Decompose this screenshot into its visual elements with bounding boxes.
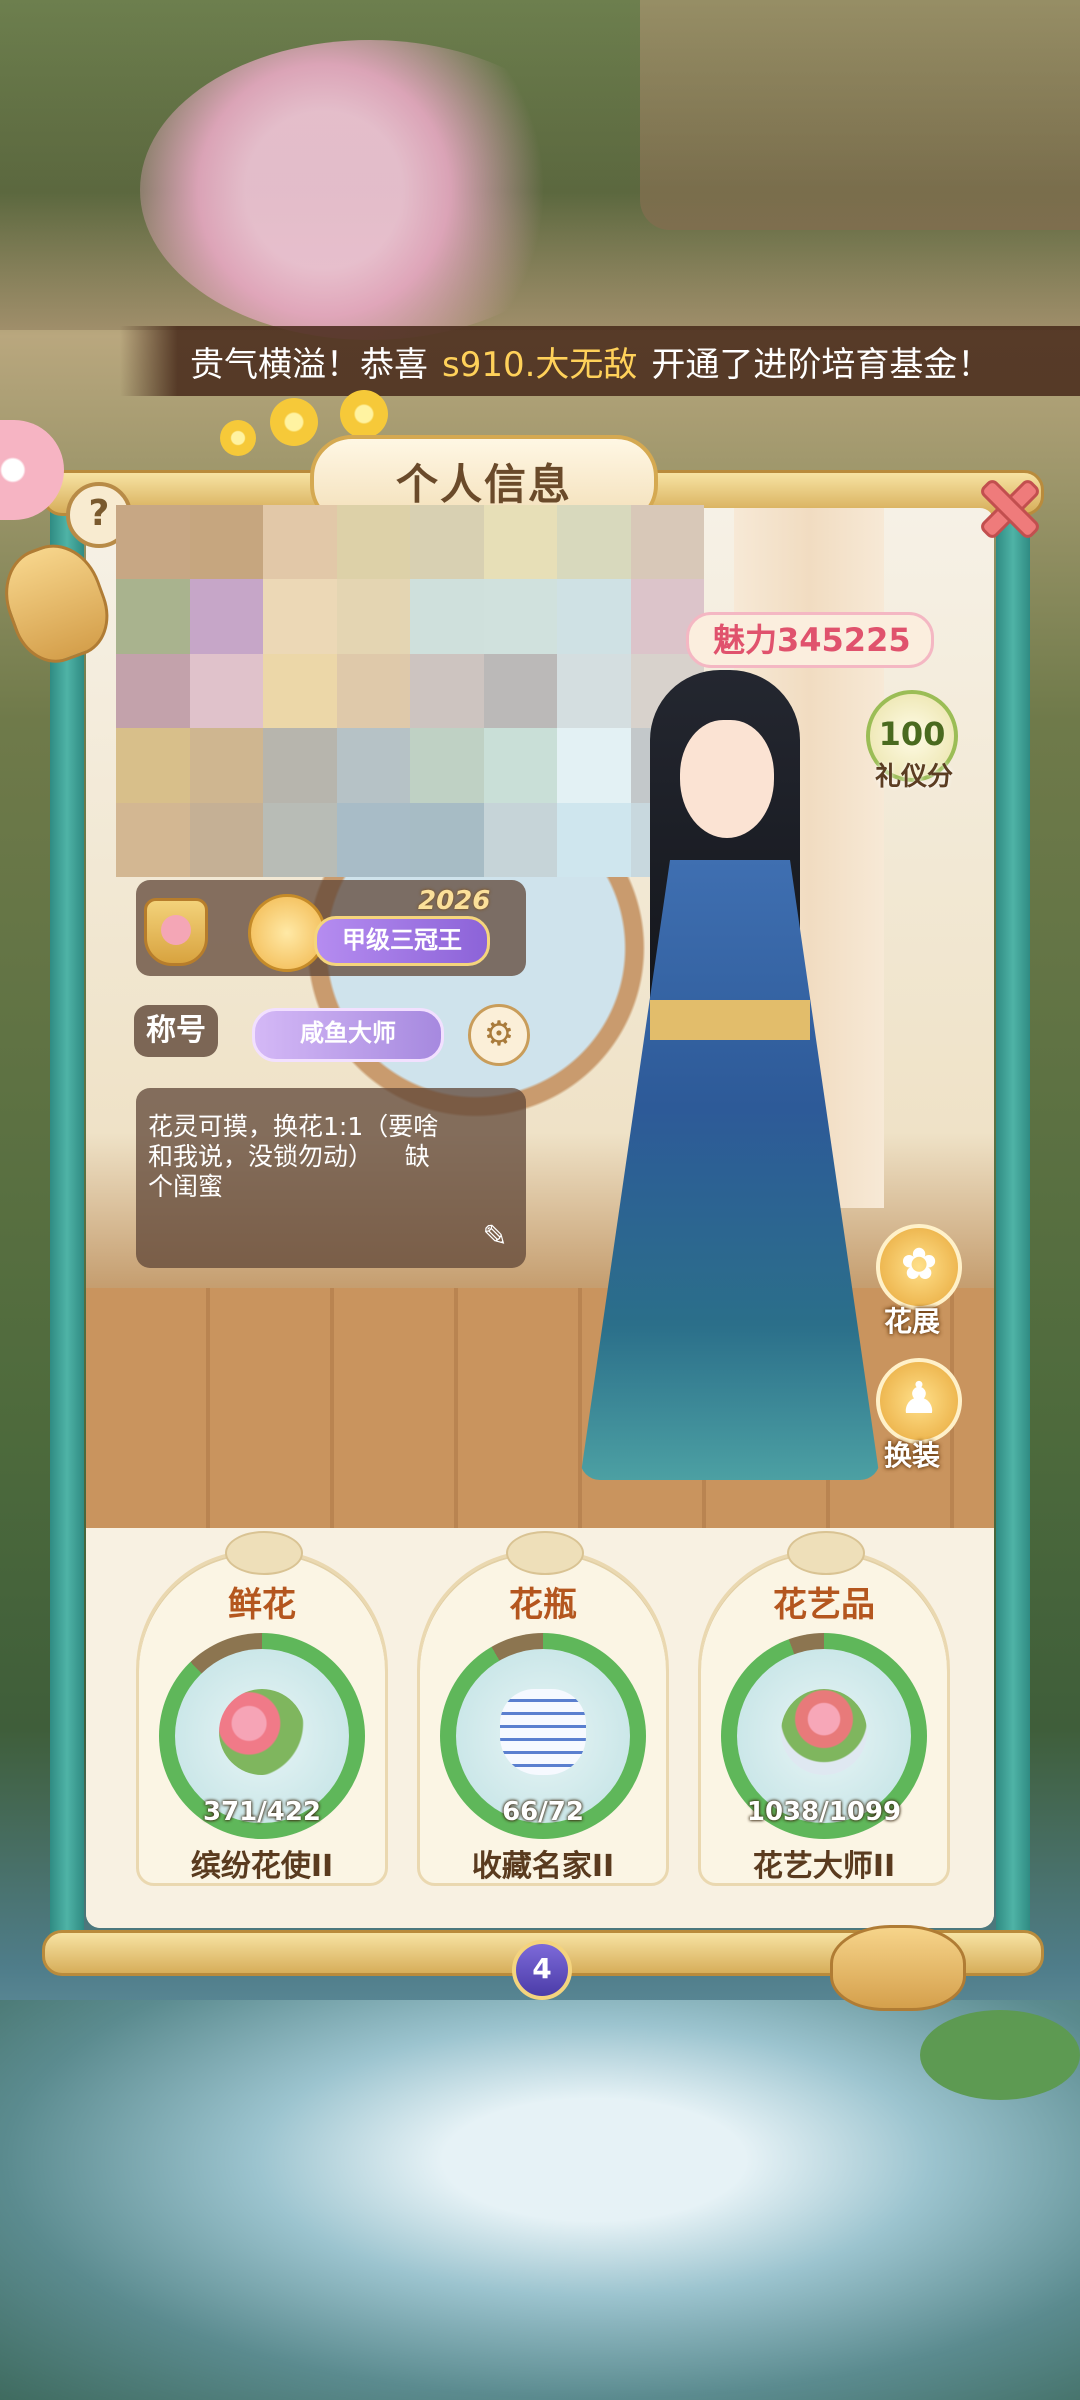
title-value[interactable]: 咸鱼大师 xyxy=(252,1008,444,1062)
page-indicator[interactable]: 4 xyxy=(512,1940,572,2000)
fish-emblem-icon xyxy=(506,1531,584,1575)
collection-progress-ring: 1038/1099 xyxy=(721,1633,927,1839)
mosaic-tile xyxy=(410,579,484,654)
collection-card-arrangements[interactable]: 花艺品 1038/1099 花艺大师II xyxy=(698,1531,950,1886)
fish-emblem-icon xyxy=(225,1531,303,1575)
mosaic-tile xyxy=(189,653,263,729)
player-character[interactable] xyxy=(560,670,900,1500)
title-settings-button[interactable]: ⚙ xyxy=(468,1004,530,1066)
character-sash xyxy=(650,1000,810,1040)
mosaic-tile xyxy=(410,728,484,803)
background-waterfall xyxy=(0,2000,1080,2400)
background-house xyxy=(640,0,1080,230)
charm-value: 魅力345225 xyxy=(686,612,934,668)
mosaic-tile xyxy=(483,728,557,803)
character-robe xyxy=(580,860,880,1480)
dressup-button[interactable]: ♟ xyxy=(876,1358,962,1444)
mosaic-tile xyxy=(557,505,631,580)
edit-pencil-icon[interactable]: ✎ xyxy=(478,1220,512,1254)
mosaic-tile xyxy=(263,505,337,580)
collection-rank: 收藏名家II xyxy=(471,1849,615,1884)
banner-suffix: 开通了进阶培育基金！ xyxy=(651,344,992,385)
mosaic-tile xyxy=(263,728,337,803)
golden-fish-icon xyxy=(830,1925,966,2011)
mosaic-tile xyxy=(263,653,337,729)
mosaic-tile xyxy=(116,579,190,654)
vase-icon xyxy=(500,1689,586,1775)
frame-post-right xyxy=(996,490,1030,1960)
collection-rank: 缤纷花使II xyxy=(190,1849,334,1884)
cherry-tree xyxy=(140,40,600,340)
flower-exhibit-button[interactable]: ✿ xyxy=(876,1224,962,1310)
collection-title: 花艺品 xyxy=(773,1585,875,1625)
mosaic-tile xyxy=(483,505,557,580)
mosaic-tile xyxy=(336,579,410,654)
dressup-label: 换装 xyxy=(883,1439,940,1472)
mosaic-tile xyxy=(263,579,337,654)
mosaic-tile xyxy=(116,802,190,877)
banner-player: s910.大无敌 xyxy=(442,344,638,385)
collection-progress-ring: 371/422 xyxy=(159,1633,365,1839)
mosaic-tile xyxy=(263,802,337,877)
banner-prefix: 贵气横溢！恭喜 xyxy=(190,344,428,385)
lily-pad xyxy=(920,2010,1080,2100)
flower-arrangement-icon xyxy=(781,1689,867,1775)
title-label: 称号 xyxy=(134,1005,218,1057)
mosaic-tile xyxy=(189,579,263,654)
fish-emblem-icon xyxy=(787,1531,865,1575)
mosaic-tile xyxy=(336,653,410,729)
mosaic-tile xyxy=(189,505,263,580)
mosaic-tile xyxy=(336,728,410,803)
collection-count: 66/72 xyxy=(502,1797,584,1827)
mosaic-tile xyxy=(410,505,484,580)
collection-count: 371/422 xyxy=(202,1797,322,1827)
rank-badge[interactable]: 甲级三冠王 xyxy=(314,916,490,966)
mosaic-tile xyxy=(410,802,484,877)
mosaic-tile xyxy=(557,579,631,654)
rank-year: 2026 xyxy=(418,886,491,916)
flower-badge-icon[interactable] xyxy=(144,898,208,966)
collection-rank: 花艺大师II xyxy=(752,1849,896,1884)
flower-icon: ✿ xyxy=(900,1239,938,1290)
close-button[interactable] xyxy=(970,470,1042,542)
broadcast-banner: 贵气横溢！恭喜 s910.大无敌 开通了进阶培育基金！ xyxy=(120,326,1080,396)
collection-title: 鲜花 xyxy=(228,1585,296,1625)
mosaic-tile xyxy=(410,653,484,729)
mosaic-tile xyxy=(630,505,704,580)
collection-card-vases[interactable]: 花瓶 66/72 收藏名家II xyxy=(417,1531,669,1886)
mosaic-tile xyxy=(189,802,263,877)
bio-text: 花灵可摸，换花1:1（要啥 和我说，没锁勿动） 缺 个闺蜜 xyxy=(136,1088,526,1268)
mosaic-tile xyxy=(116,728,190,803)
collection-progress-ring: 66/72 xyxy=(440,1633,646,1839)
mosaic-tile xyxy=(336,505,410,580)
mosaic-tile xyxy=(483,802,557,877)
flower-exhibit-label: 花展 xyxy=(883,1305,940,1338)
collection-card-flowers[interactable]: 鲜花 371/422 缤纷花使II xyxy=(136,1531,388,1886)
collection-title: 花瓶 xyxy=(509,1585,577,1625)
mosaic-tile xyxy=(483,579,557,654)
character-face xyxy=(680,720,774,838)
mosaic-tile xyxy=(483,653,557,729)
dress-icon: ♟ xyxy=(899,1373,939,1424)
mosaic-tile xyxy=(189,728,263,803)
mosaic-tile xyxy=(116,653,190,729)
bouquet-icon xyxy=(219,1689,305,1775)
mosaic-tile xyxy=(336,802,410,877)
mosaic-tile xyxy=(116,505,190,580)
collection-count: 1038/1099 xyxy=(746,1797,902,1827)
frame-post-left xyxy=(50,490,84,1960)
